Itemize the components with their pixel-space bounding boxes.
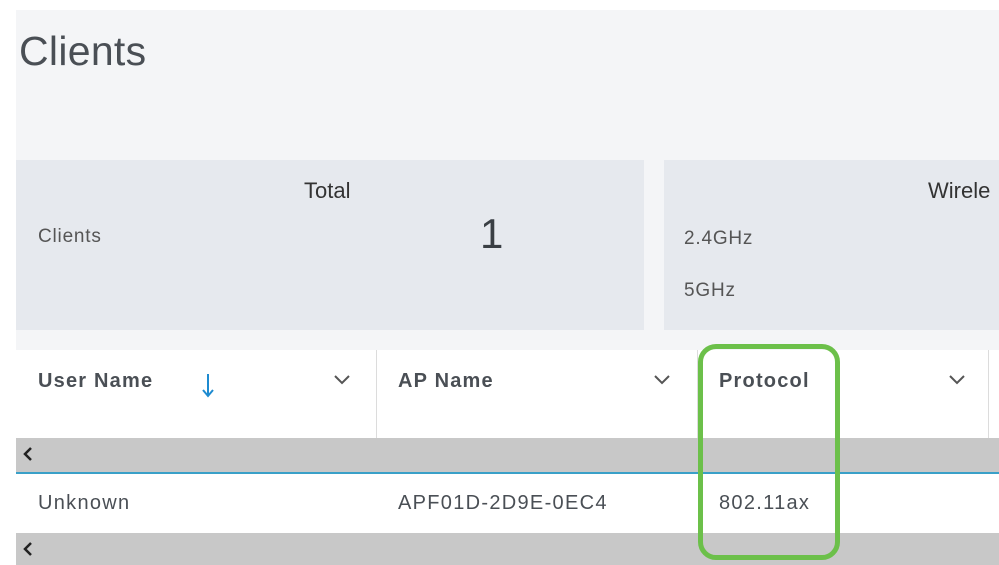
chevron-down-icon[interactable] (333, 374, 351, 386)
column-separator[interactable] (988, 350, 989, 438)
chevron-down-icon[interactable] (653, 374, 671, 386)
table-header (16, 350, 999, 438)
cell-ap-name: APF01D-2D9E-0EC4 (398, 492, 608, 514)
column-separator[interactable] (376, 350, 377, 438)
chevron-down-icon[interactable] (948, 374, 966, 386)
header-horizontal-scrollbar[interactable] (16, 438, 999, 474)
body-horizontal-scrollbar[interactable] (16, 533, 999, 565)
arrow-down-icon[interactable] (200, 370, 216, 400)
page-title: Clients (19, 28, 147, 74)
band-5ghz-label: 5GHz (684, 280, 736, 301)
chevron-left-icon[interactable] (22, 446, 34, 462)
total-clients-label: Clients (38, 226, 102, 247)
column-header-user-name[interactable]: User Name (38, 370, 153, 393)
total-clients-value: 1 (480, 210, 504, 257)
band-2-4ghz-label: 2.4GHz (684, 228, 754, 249)
column-header-ap-name[interactable]: AP Name (398, 370, 494, 393)
wireless-card-header: Wirele (928, 178, 991, 203)
protocol-column-highlight (698, 344, 840, 560)
chevron-left-icon[interactable] (22, 541, 34, 557)
cell-user-name: Unknown (38, 492, 131, 514)
total-card-header: Total (304, 178, 351, 203)
